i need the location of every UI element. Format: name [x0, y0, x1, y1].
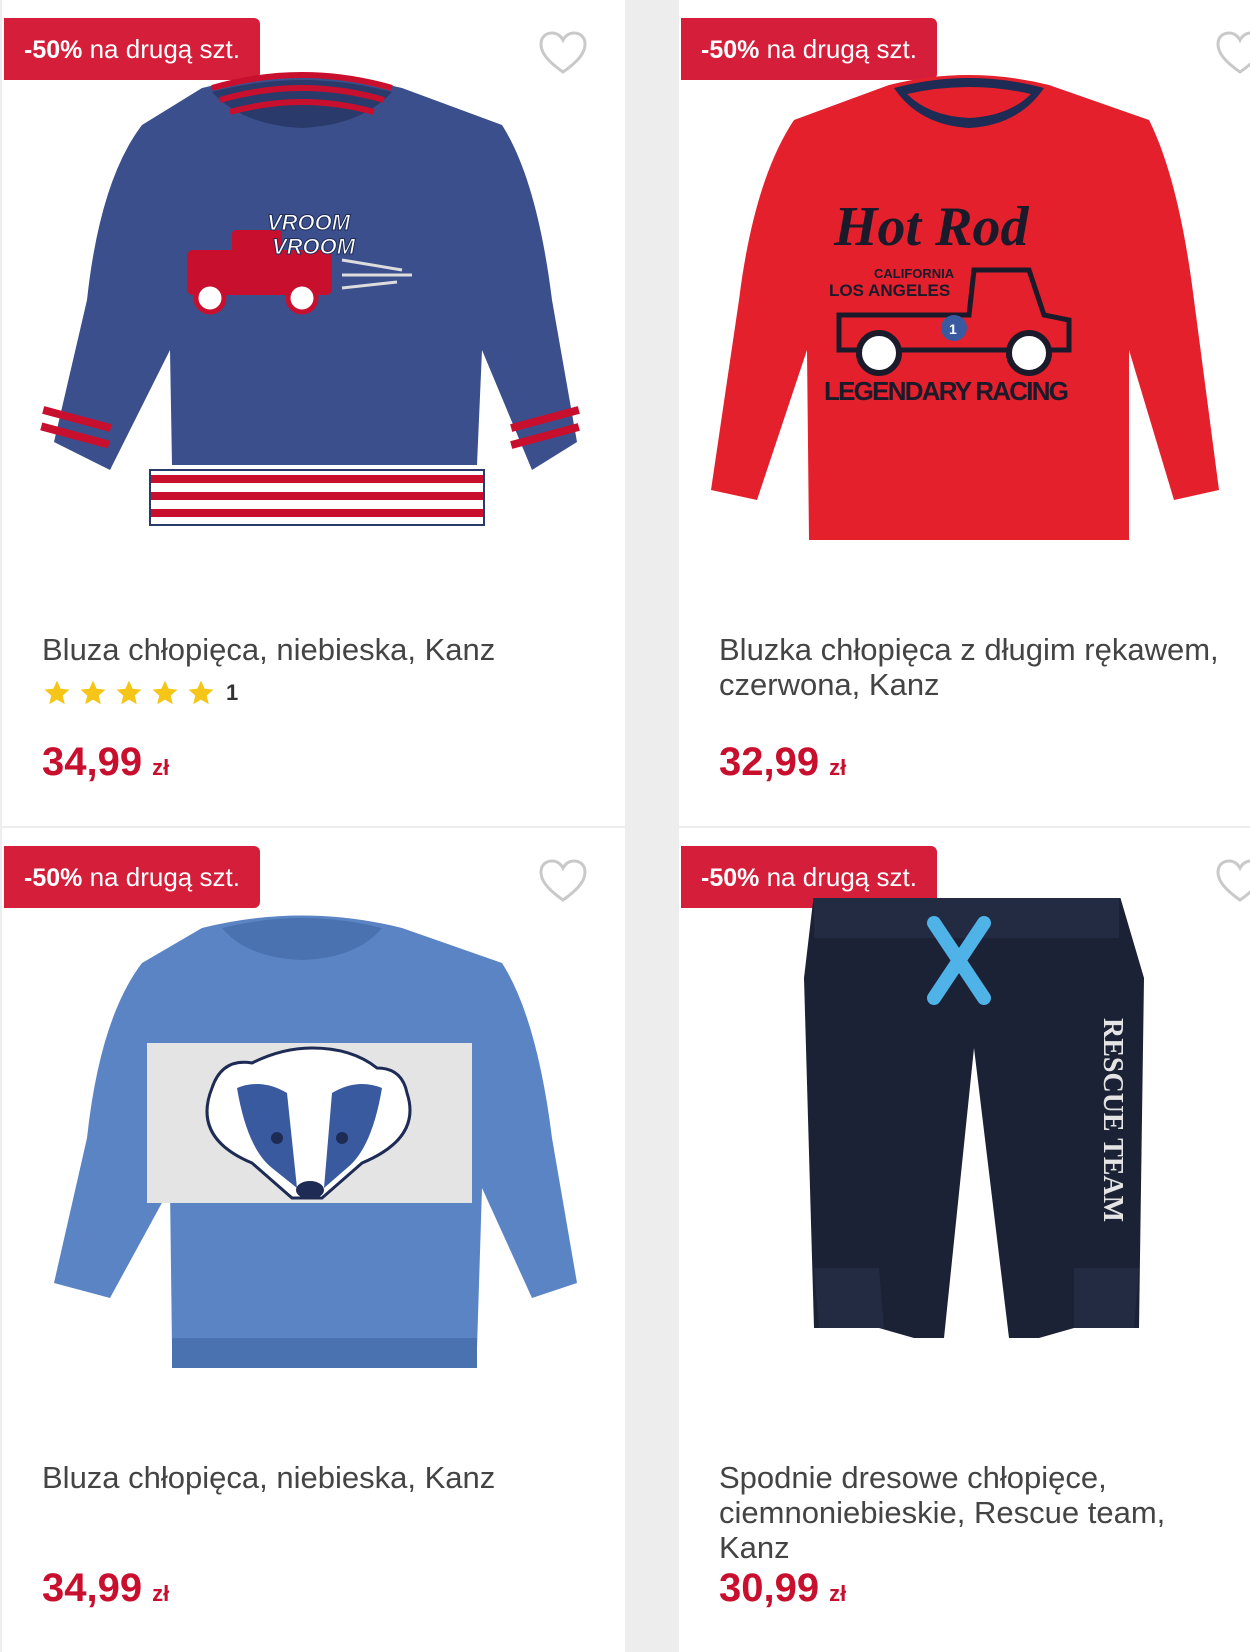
star-icon — [116, 680, 142, 705]
price-value: 34,99 — [42, 740, 143, 784]
graphic-text: VROOM — [267, 210, 351, 235]
promo-badge-label: na drugą szt. — [759, 34, 917, 64]
price: 34,99 zł — [42, 740, 169, 790]
rating-count: 1 — [226, 680, 239, 705]
price-value: 32,99 — [719, 740, 820, 784]
graphic-text: RESCUE TEAM — [1097, 1018, 1128, 1222]
product-title[interactable]: Bluza chłopięca, niebieska, Kanz — [42, 632, 602, 667]
promo-badge-percent: -50% — [24, 36, 83, 64]
price: 32,99 zł — [719, 740, 846, 790]
star-icon — [188, 680, 214, 705]
product-card[interactable]: -50% na drugą szt. RESCUE TEAM Spodnie d… — [679, 828, 1250, 1652]
price: 30,99 zł — [719, 1566, 846, 1616]
product-title[interactable]: Bluza chłopięca, niebieska, Kanz — [42, 1460, 602, 1495]
price-value: 34,99 — [42, 1566, 143, 1610]
product-image[interactable]: Hot Rod CALIFORNIA LOS ANGELES 1 LEGENDA… — [699, 70, 1250, 570]
price-value: 30,99 — [719, 1566, 820, 1610]
graphic-text: LEGENDARY RACING — [824, 376, 1069, 406]
product-title[interactable]: Spodnie dresowe chłopięce, ciemnoniebies… — [719, 1460, 1239, 1565]
currency: zł — [829, 755, 847, 780]
product-image[interactable]: VROOM VROOM — [32, 70, 602, 570]
currency: zł — [152, 755, 170, 780]
star-icon — [44, 680, 70, 705]
product-card[interactable]: -50% na drugą szt. Bluza chłopięca, nieb… — [2, 828, 625, 1652]
graphic-text: VROOM — [272, 234, 356, 259]
product-image[interactable] — [32, 898, 602, 1398]
graphic-text: Hot Rod — [833, 196, 1029, 258]
graphic-text: CALIFORNIA — [874, 266, 955, 281]
rating: 1 — [42, 678, 238, 708]
product-card[interactable]: -50% na drugą szt. VROOM VROOM Bluza chł… — [2, 0, 625, 826]
product-card[interactable]: -50% na drugą szt. Hot Rod CALIFORNIA LO… — [679, 0, 1250, 826]
promo-badge-label: na drugą szt. — [82, 34, 240, 64]
star-icon — [152, 680, 178, 705]
currency: zł — [152, 1581, 170, 1606]
promo-badge-percent: -50% — [24, 864, 83, 892]
product-image[interactable]: RESCUE TEAM — [679, 898, 1249, 1398]
promo-badge-label: na drugą szt. — [82, 862, 240, 892]
product-title[interactable]: Bluzka chłopięca z długim rękawem, czerw… — [719, 632, 1219, 702]
promo-badge-percent: -50% — [701, 36, 760, 64]
currency: zł — [829, 1581, 847, 1606]
star-icon — [80, 680, 106, 705]
graphic-text: 1 — [949, 321, 957, 337]
price: 34,99 zł — [42, 1566, 169, 1616]
graphic-text: LOS ANGELES — [829, 281, 950, 300]
promo-badge-label: na drugą szt. — [759, 862, 917, 892]
promo-badge-percent: -50% — [701, 864, 760, 892]
